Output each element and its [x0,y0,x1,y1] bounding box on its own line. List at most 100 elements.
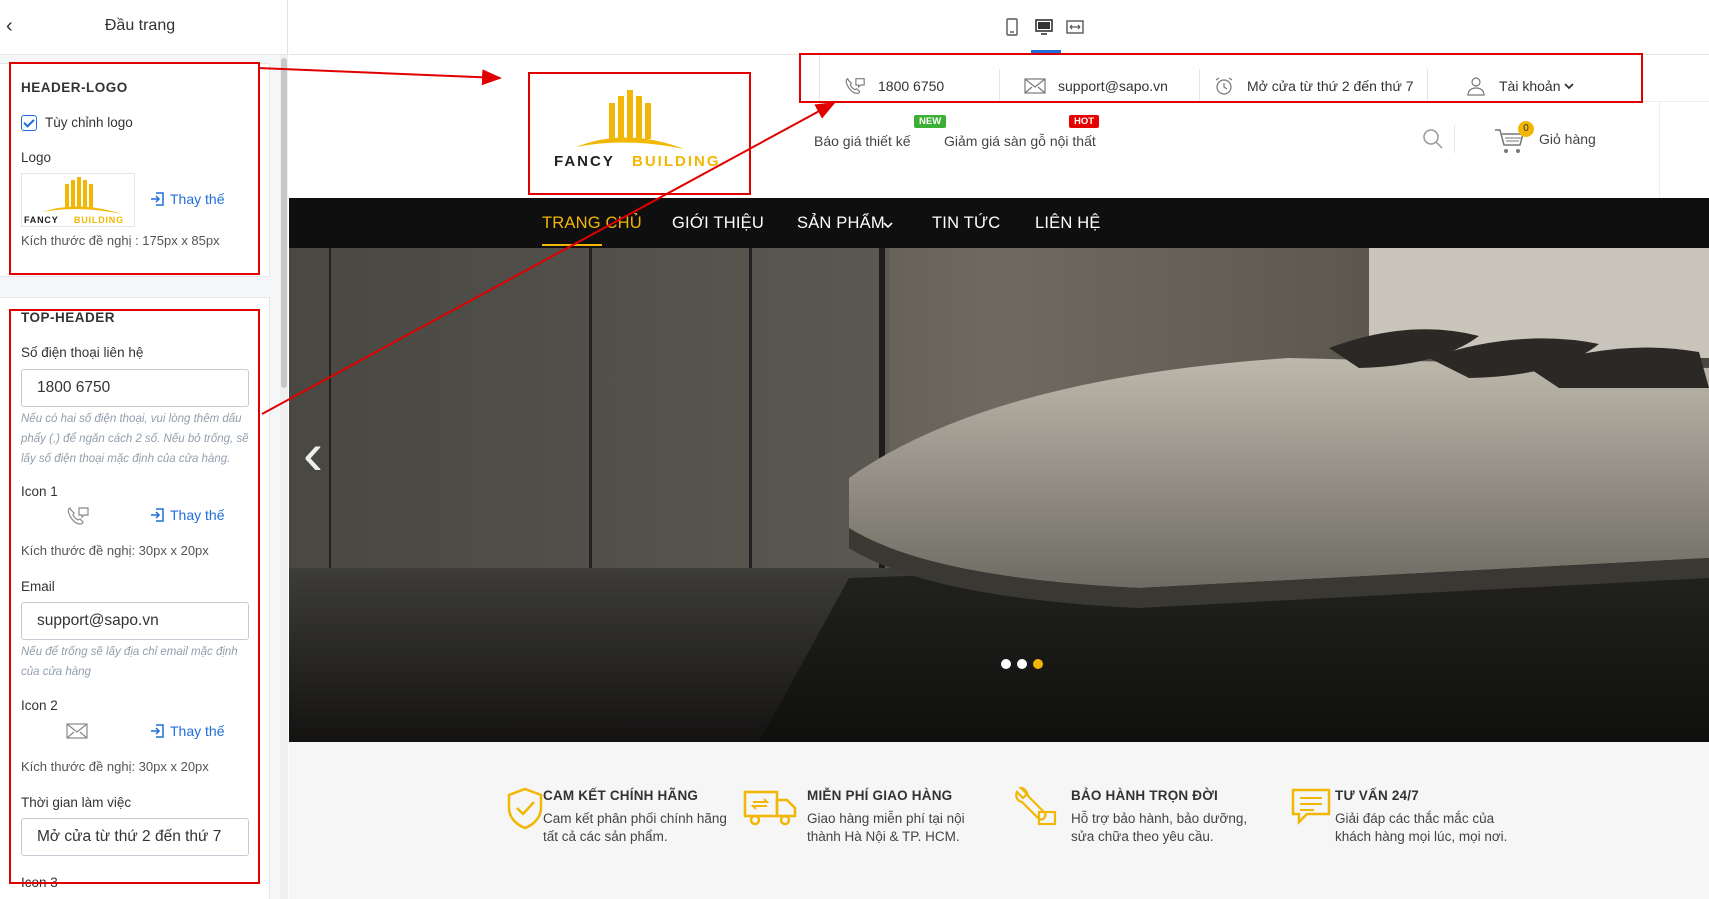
mobile-view-icon[interactable] [1003,18,1021,36]
desktop-view-icon[interactable] [1035,18,1053,36]
custom-logo-checkbox[interactable] [21,115,37,131]
device-toolbar [289,0,1709,55]
email-input[interactable]: support@sapo.vn [21,602,249,640]
email-hint: Nếu để trống sẽ lấy địa chỉ email mặc đị… [21,646,238,678]
icon2-replace-label: Thay thế [170,723,225,739]
nav-item-products[interactable]: SẢN PHẨM [797,214,885,233]
email-label: Email [21,579,55,594]
topbar-hours-text: Mở cửa từ thứ 2 đến thứ 7 [1247,78,1414,94]
topbar-phone[interactable]: 1800 6750 [844,71,944,101]
logo-word2: BUILDING [632,153,721,170]
badge-new: NEW [914,115,947,128]
icon3-label: Icon 3 [21,875,58,890]
topbar-email[interactable]: support@sapo.vn [1024,71,1168,101]
feature-desc-line: Cam kết phân phối chính hãng [543,811,727,826]
badge-hot: HOT [1069,115,1100,128]
feature-desc-line: sửa chữa theo yêu cầu. [1071,829,1214,844]
promo-link-floor-sale[interactable]: Giảm giá sàn gỗ nội thất [944,133,1096,149]
cart-count-badge: 0 [1518,121,1534,137]
feature-title: BẢO HÀNH TRỌN ĐỜI [1071,788,1218,803]
icon2-size-hint: Kích thước đề nghị: 30px x 20px [21,759,209,774]
topbar-account[interactable]: Tài khoản [1465,71,1575,101]
hours-label: Thời gian làm việc [21,795,132,810]
feature-desc-line: tất cả các sản phẩm. [543,829,668,844]
hours-input[interactable]: Mở cửa từ thứ 2 đến thứ 7 [21,818,249,856]
icon1-replace-label: Thay thế [170,507,225,523]
nav-item-contact[interactable]: LIÊN HỆ [1035,214,1101,233]
feature-title: CAM KẾT CHÍNH HÃNG [543,788,699,803]
logo-replace-button[interactable]: Thay thế [150,191,224,207]
main-nav: TRANG CHỦ GIỚI THIỆU SẢN PHẨM TIN TỨC LI… [289,198,1709,248]
logo-thumbnail: FANCY BUILDING [21,173,135,227]
fullscreen-view-icon[interactable] [1066,18,1084,36]
icon2-label: Icon 2 [21,698,58,713]
active-device-indicator [1031,50,1061,53]
site-header: FANCY BUILDING 1800 6750 support@sapo.vn… [289,55,1709,198]
panel-title: Đầu trang [104,17,176,34]
feature-desc-line: Giao hàng miễn phí tại nội [807,811,965,826]
shield-check-icon [507,787,543,830]
phone-label: Số điện thoại liên hệ [21,345,144,360]
nav-active-underline [542,244,602,246]
feature-title: MIỄN PHÍ GIAO HÀNG [807,788,953,803]
logo-thumb-word1: FANCY [24,215,59,225]
panel-scrollbar-thumb[interactable] [281,58,287,388]
slider-dot-3[interactable] [1033,659,1043,669]
nav-item-home[interactable]: TRANG CHỦ [542,214,642,233]
icon1-label: Icon 1 [21,484,58,499]
slider-dot-2[interactable] [1017,659,1027,669]
promo-link-design-quote[interactable]: Báo giá thiết kế [814,133,911,149]
truck-icon [743,790,797,826]
chevron-down-icon [1564,83,1575,90]
settings-panel: ‹ Đầu trang HEADER-LOGO Tùy chỉnh logo L… [0,0,288,899]
tools-icon [1015,786,1057,826]
topbar-divider [1199,69,1200,103]
topbar-hours: Mở cửa từ thứ 2 đến thứ 7 [1213,71,1414,101]
icon1-replace-button[interactable]: Thay thế [150,507,224,523]
replace-icon [151,724,164,738]
logo-word1: FANCY [554,153,615,170]
slider-prev-arrow-icon[interactable]: ‹ [303,424,323,484]
top-header-card: TOP-HEADER Số điện thoại liên hệ 1800 67… [0,297,270,899]
site-logo[interactable]: FANCY BUILDING [534,83,719,173]
features-strip: CAM KẾT CHÍNH HÃNG Cam kết phân phối chí… [289,742,1709,899]
topbar-phone-text: 1800 6750 [878,78,945,94]
custom-logo-label: Tùy chỉnh logo [45,115,133,130]
topbar-divider [1427,69,1428,103]
search-icon[interactable] [1422,128,1444,150]
cart-label: Giỏ hàng [1539,131,1596,147]
cart-button[interactable]: 0 Giỏ hàng [1494,121,1634,157]
feature-title: TƯ VẤN 24/7 [1335,788,1419,803]
logo-thumb-word2: BUILDING [74,215,124,225]
logo-replace-label: Thay thế [170,191,225,207]
mail-icon [66,723,88,739]
nav-item-news[interactable]: TIN TỨC [932,214,1000,233]
topbar-divider [819,55,820,101]
logo-size-hint: Kích thước đề nghị : 175px x 85px [21,233,220,248]
panel-header: ‹ Đầu trang [0,0,287,55]
feature-desc-line: thành Hà Nội & TP. HCM. [807,829,960,844]
chevron-down-icon [883,222,893,229]
header-logo-title: HEADER-LOGO [21,80,128,95]
alarm-clock-icon [1215,77,1233,95]
feature-desc-line: Hỗ trợ bảo hành, bảo dưỡng, [1071,811,1248,826]
topbar-bottom-line [819,101,1709,102]
topbar-divider [999,69,1000,103]
logo-label: Logo [21,150,52,165]
nav-item-about[interactable]: GIỚI THIỆU [672,214,764,233]
topbar-account-text: Tài khoản [1499,78,1561,94]
site-preview: FANCY BUILDING 1800 6750 support@sapo.vn… [289,55,1709,899]
hero-slider: ‹ [289,248,1709,742]
phone-input[interactable]: 1800 6750 [21,369,249,407]
phone-icon [67,507,89,525]
icon1-size-hint: Kích thước đề nghị: 30px x 20px [21,543,209,558]
icon2-replace-button[interactable]: Thay thế [150,723,224,739]
topbar-email-text: support@sapo.vn [1058,78,1168,94]
feature-desc-line: Giải đáp các thắc mắc của [1335,811,1495,826]
user-icon [1467,77,1485,96]
bedroom-photo [289,248,1709,742]
slider-dot-1[interactable] [1001,659,1011,669]
replace-icon [151,508,164,522]
feature-desc-line: khách hàng mọi lúc, mọi nơi. [1335,829,1508,844]
phone-icon [845,77,865,94]
